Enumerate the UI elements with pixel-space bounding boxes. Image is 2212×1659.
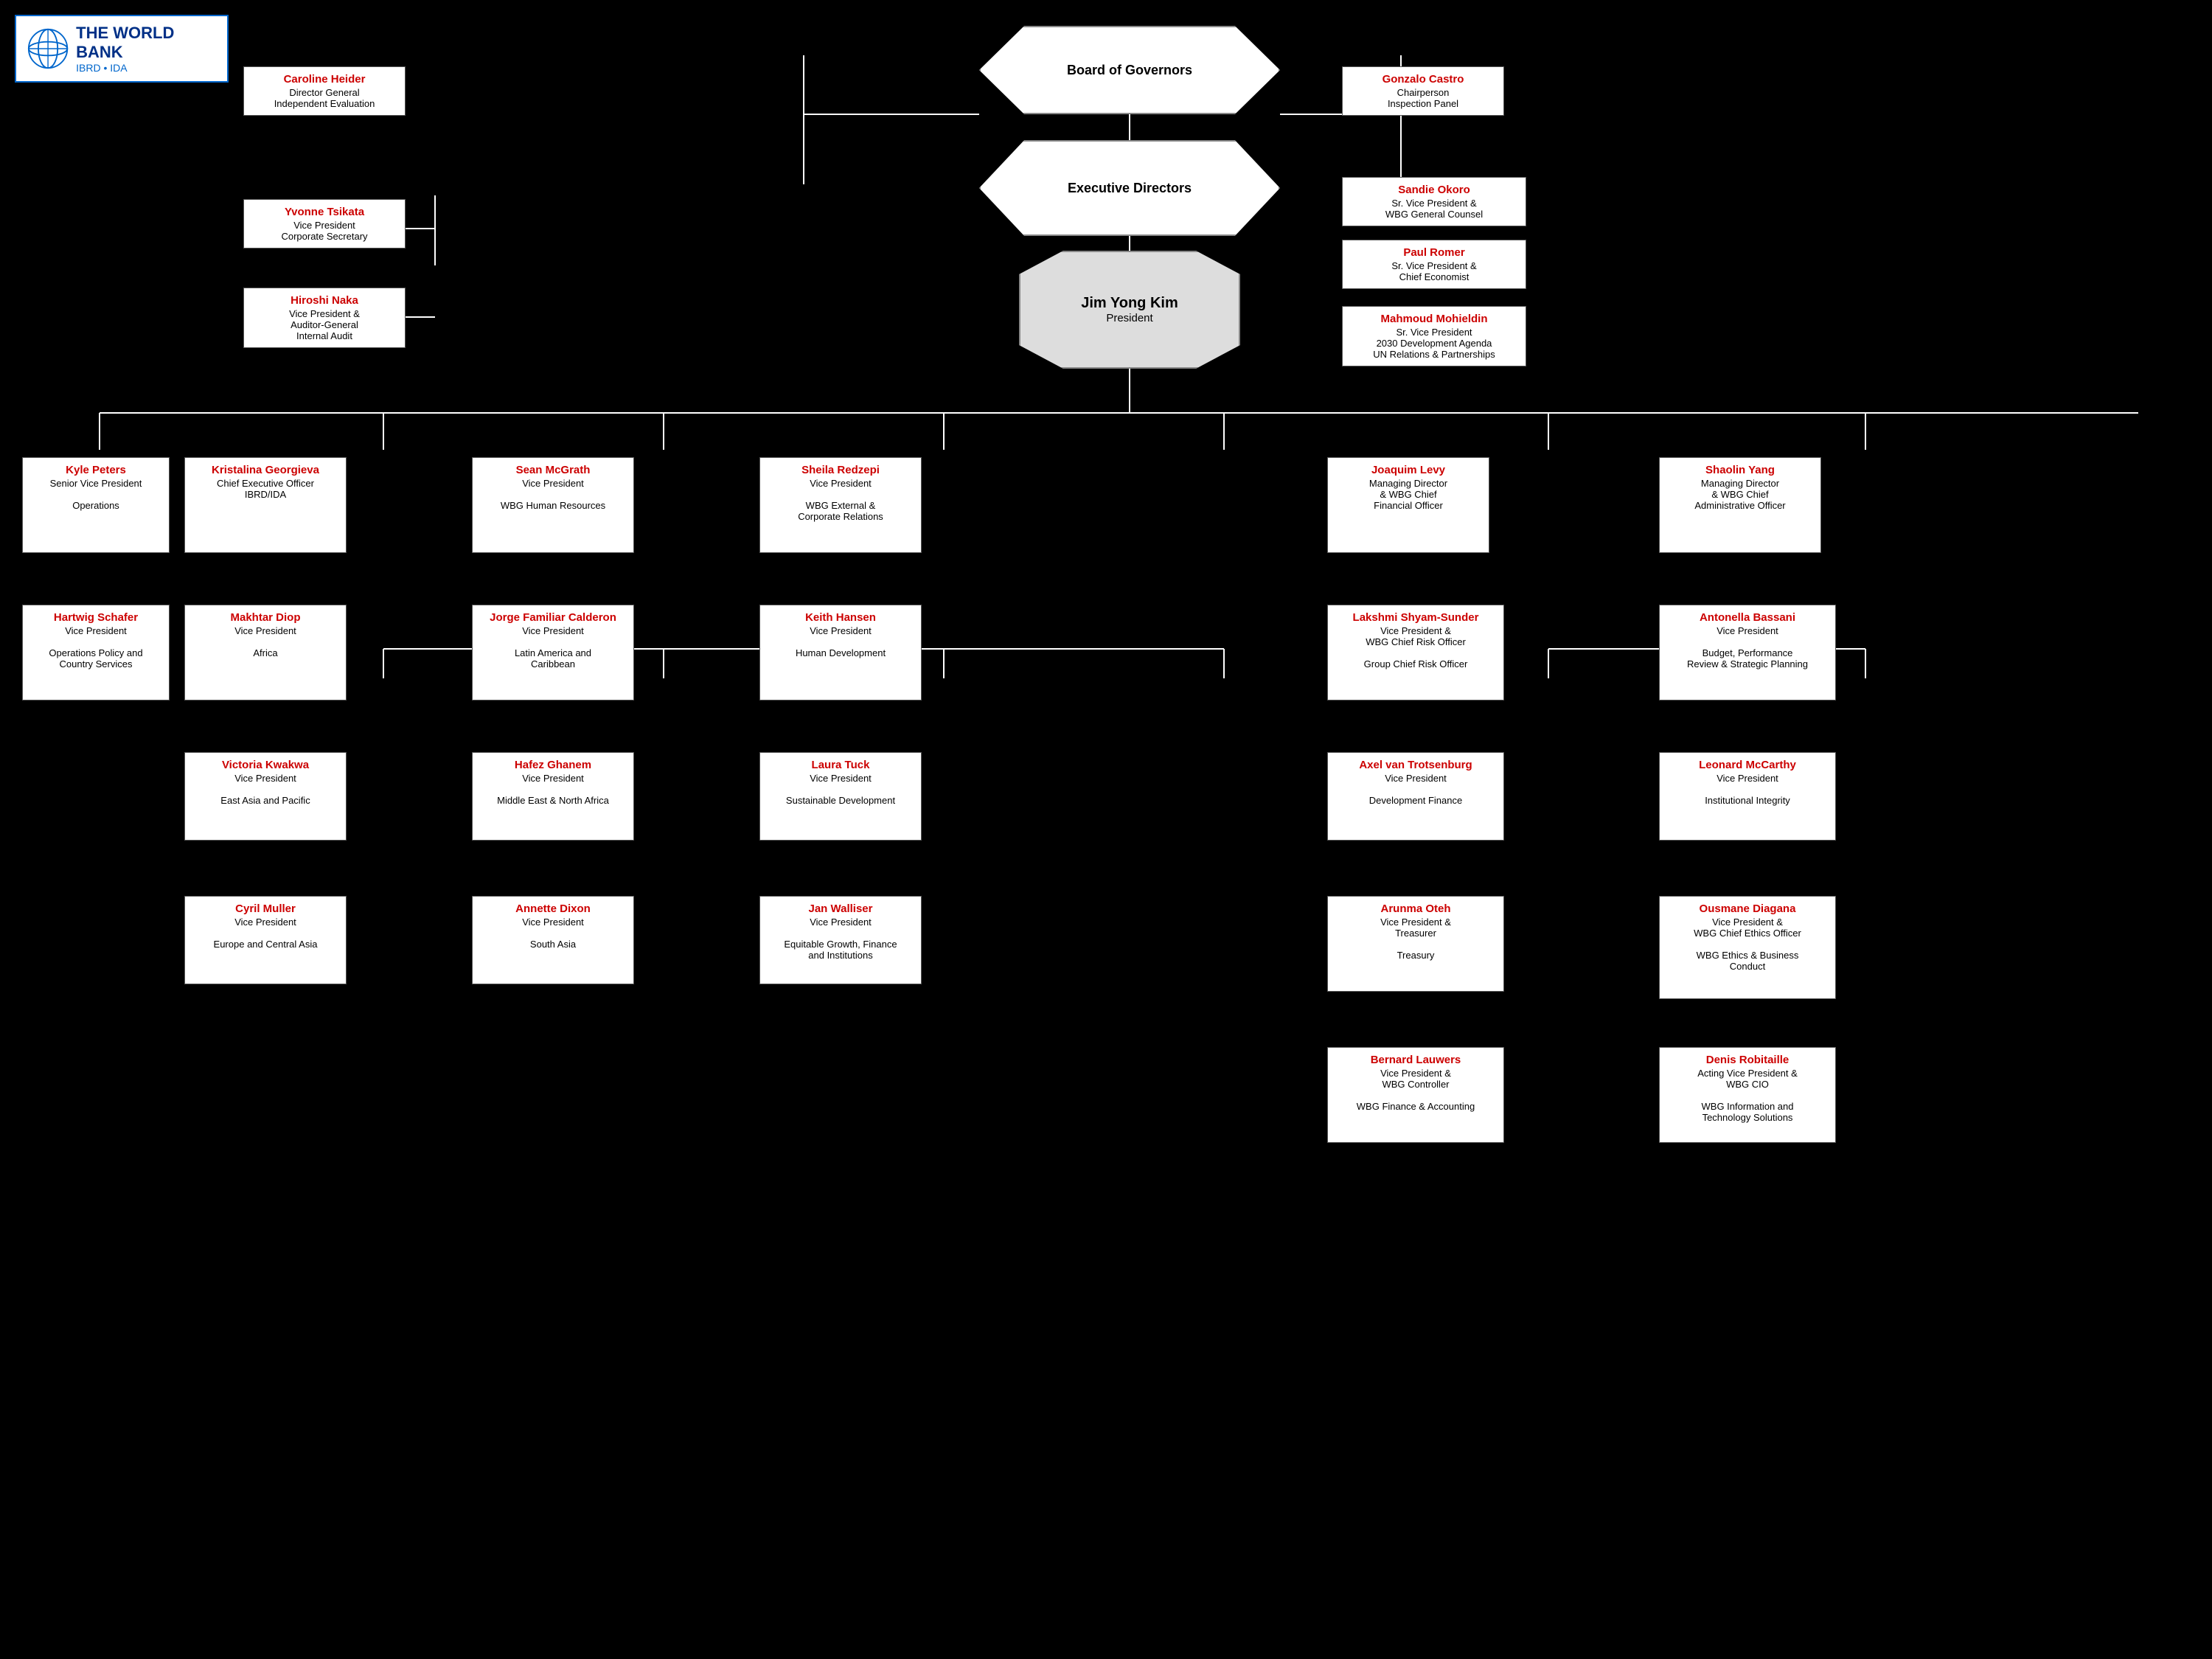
card-jan: Jan Walliser Vice PresidentEquitable Gro… — [759, 896, 922, 984]
logo-text: THE WORLD BANK IBRD • IDA — [76, 24, 216, 74]
card-yvonne: Yvonne Tsikata Vice PresidentCorporate S… — [243, 199, 406, 248]
card-cyril: Cyril Muller Vice PresidentEurope and Ce… — [184, 896, 347, 984]
card-caroline: Caroline Heider Director GeneralIndepend… — [243, 66, 406, 116]
card-gonzalo: Gonzalo Castro ChairpersonInspection Pan… — [1342, 66, 1504, 116]
card-sheila: Sheila Redzepi Vice PresidentWBG Externa… — [759, 457, 922, 553]
card-hiroshi: Hiroshi Naka Vice President &Auditor-Gen… — [243, 288, 406, 348]
logo-subtitle: IBRD • IDA — [76, 62, 216, 74]
card-arunma: Arunma Oteh Vice President &TreasurerTre… — [1327, 896, 1504, 992]
logo: THE WORLD BANK IBRD • IDA — [15, 15, 229, 83]
org-chart: THE WORLD BANK IBRD • IDA Board of Gover… — [0, 0, 2212, 1659]
president-title: President — [1106, 312, 1152, 324]
board-label: Board of Governors — [1067, 63, 1192, 78]
card-mahmoud: Mahmoud Mohieldin Sr. Vice President2030… — [1342, 306, 1526, 366]
card-jorge: Jorge Familiar Calderon Vice PresidentLa… — [472, 605, 634, 700]
card-denis: Denis Robitaille Acting Vice President &… — [1659, 1047, 1836, 1143]
card-victoria: Victoria Kwakwa Vice PresidentEast Asia … — [184, 752, 347, 841]
president-box: Jim Yong Kim President — [1019, 251, 1240, 369]
world-bank-globe-icon — [27, 27, 69, 71]
card-kyle: Kyle Peters Senior Vice PresidentOperati… — [22, 457, 170, 553]
executive-directors: Executive Directors — [979, 140, 1280, 236]
card-kristalina: Kristalina Georgieva Chief Executive Off… — [184, 457, 347, 553]
card-lakshmi: Lakshmi Shyam-Sunder Vice President &WBG… — [1327, 605, 1504, 700]
card-annette: Annette Dixon Vice PresidentSouth Asia — [472, 896, 634, 984]
logo-title: THE WORLD BANK — [76, 24, 216, 62]
card-laura: Laura Tuck Vice PresidentSustainable Dev… — [759, 752, 922, 841]
card-keith: Keith Hansen Vice PresidentHuman Develop… — [759, 605, 922, 700]
card-leonard: Leonard McCarthy Vice PresidentInstituti… — [1659, 752, 1836, 841]
card-makhtar: Makhtar Diop Vice PresidentAfrica — [184, 605, 347, 700]
card-bernard: Bernard Lauwers Vice President &WBG Cont… — [1327, 1047, 1504, 1143]
card-sandie: Sandie Okoro Sr. Vice President &WBG Gen… — [1342, 177, 1526, 226]
card-axel: Axel van Trotsenburg Vice PresidentDevel… — [1327, 752, 1504, 841]
card-shaolin: Shaolin Yang Managing Director& WBG Chie… — [1659, 457, 1821, 553]
card-paul: Paul Romer Sr. Vice President &Chief Eco… — [1342, 240, 1526, 289]
card-hartwig: Hartwig Schafer Vice PresidentOperations… — [22, 605, 170, 700]
card-antonella: Antonella Bassani Vice PresidentBudget, … — [1659, 605, 1836, 700]
card-joaquim: Joaquim Levy Managing Director& WBG Chie… — [1327, 457, 1489, 553]
exec-directors-label: Executive Directors — [1068, 181, 1192, 196]
president-name: Jim Yong Kim — [1081, 295, 1178, 312]
card-ousmane: Ousmane Diagana Vice President &WBG Chie… — [1659, 896, 1836, 999]
board-of-governors: Board of Governors — [979, 26, 1280, 114]
card-hafez: Hafez Ghanem Vice PresidentMiddle East &… — [472, 752, 634, 841]
card-sean: Sean McGrath Vice PresidentWBG Human Res… — [472, 457, 634, 553]
